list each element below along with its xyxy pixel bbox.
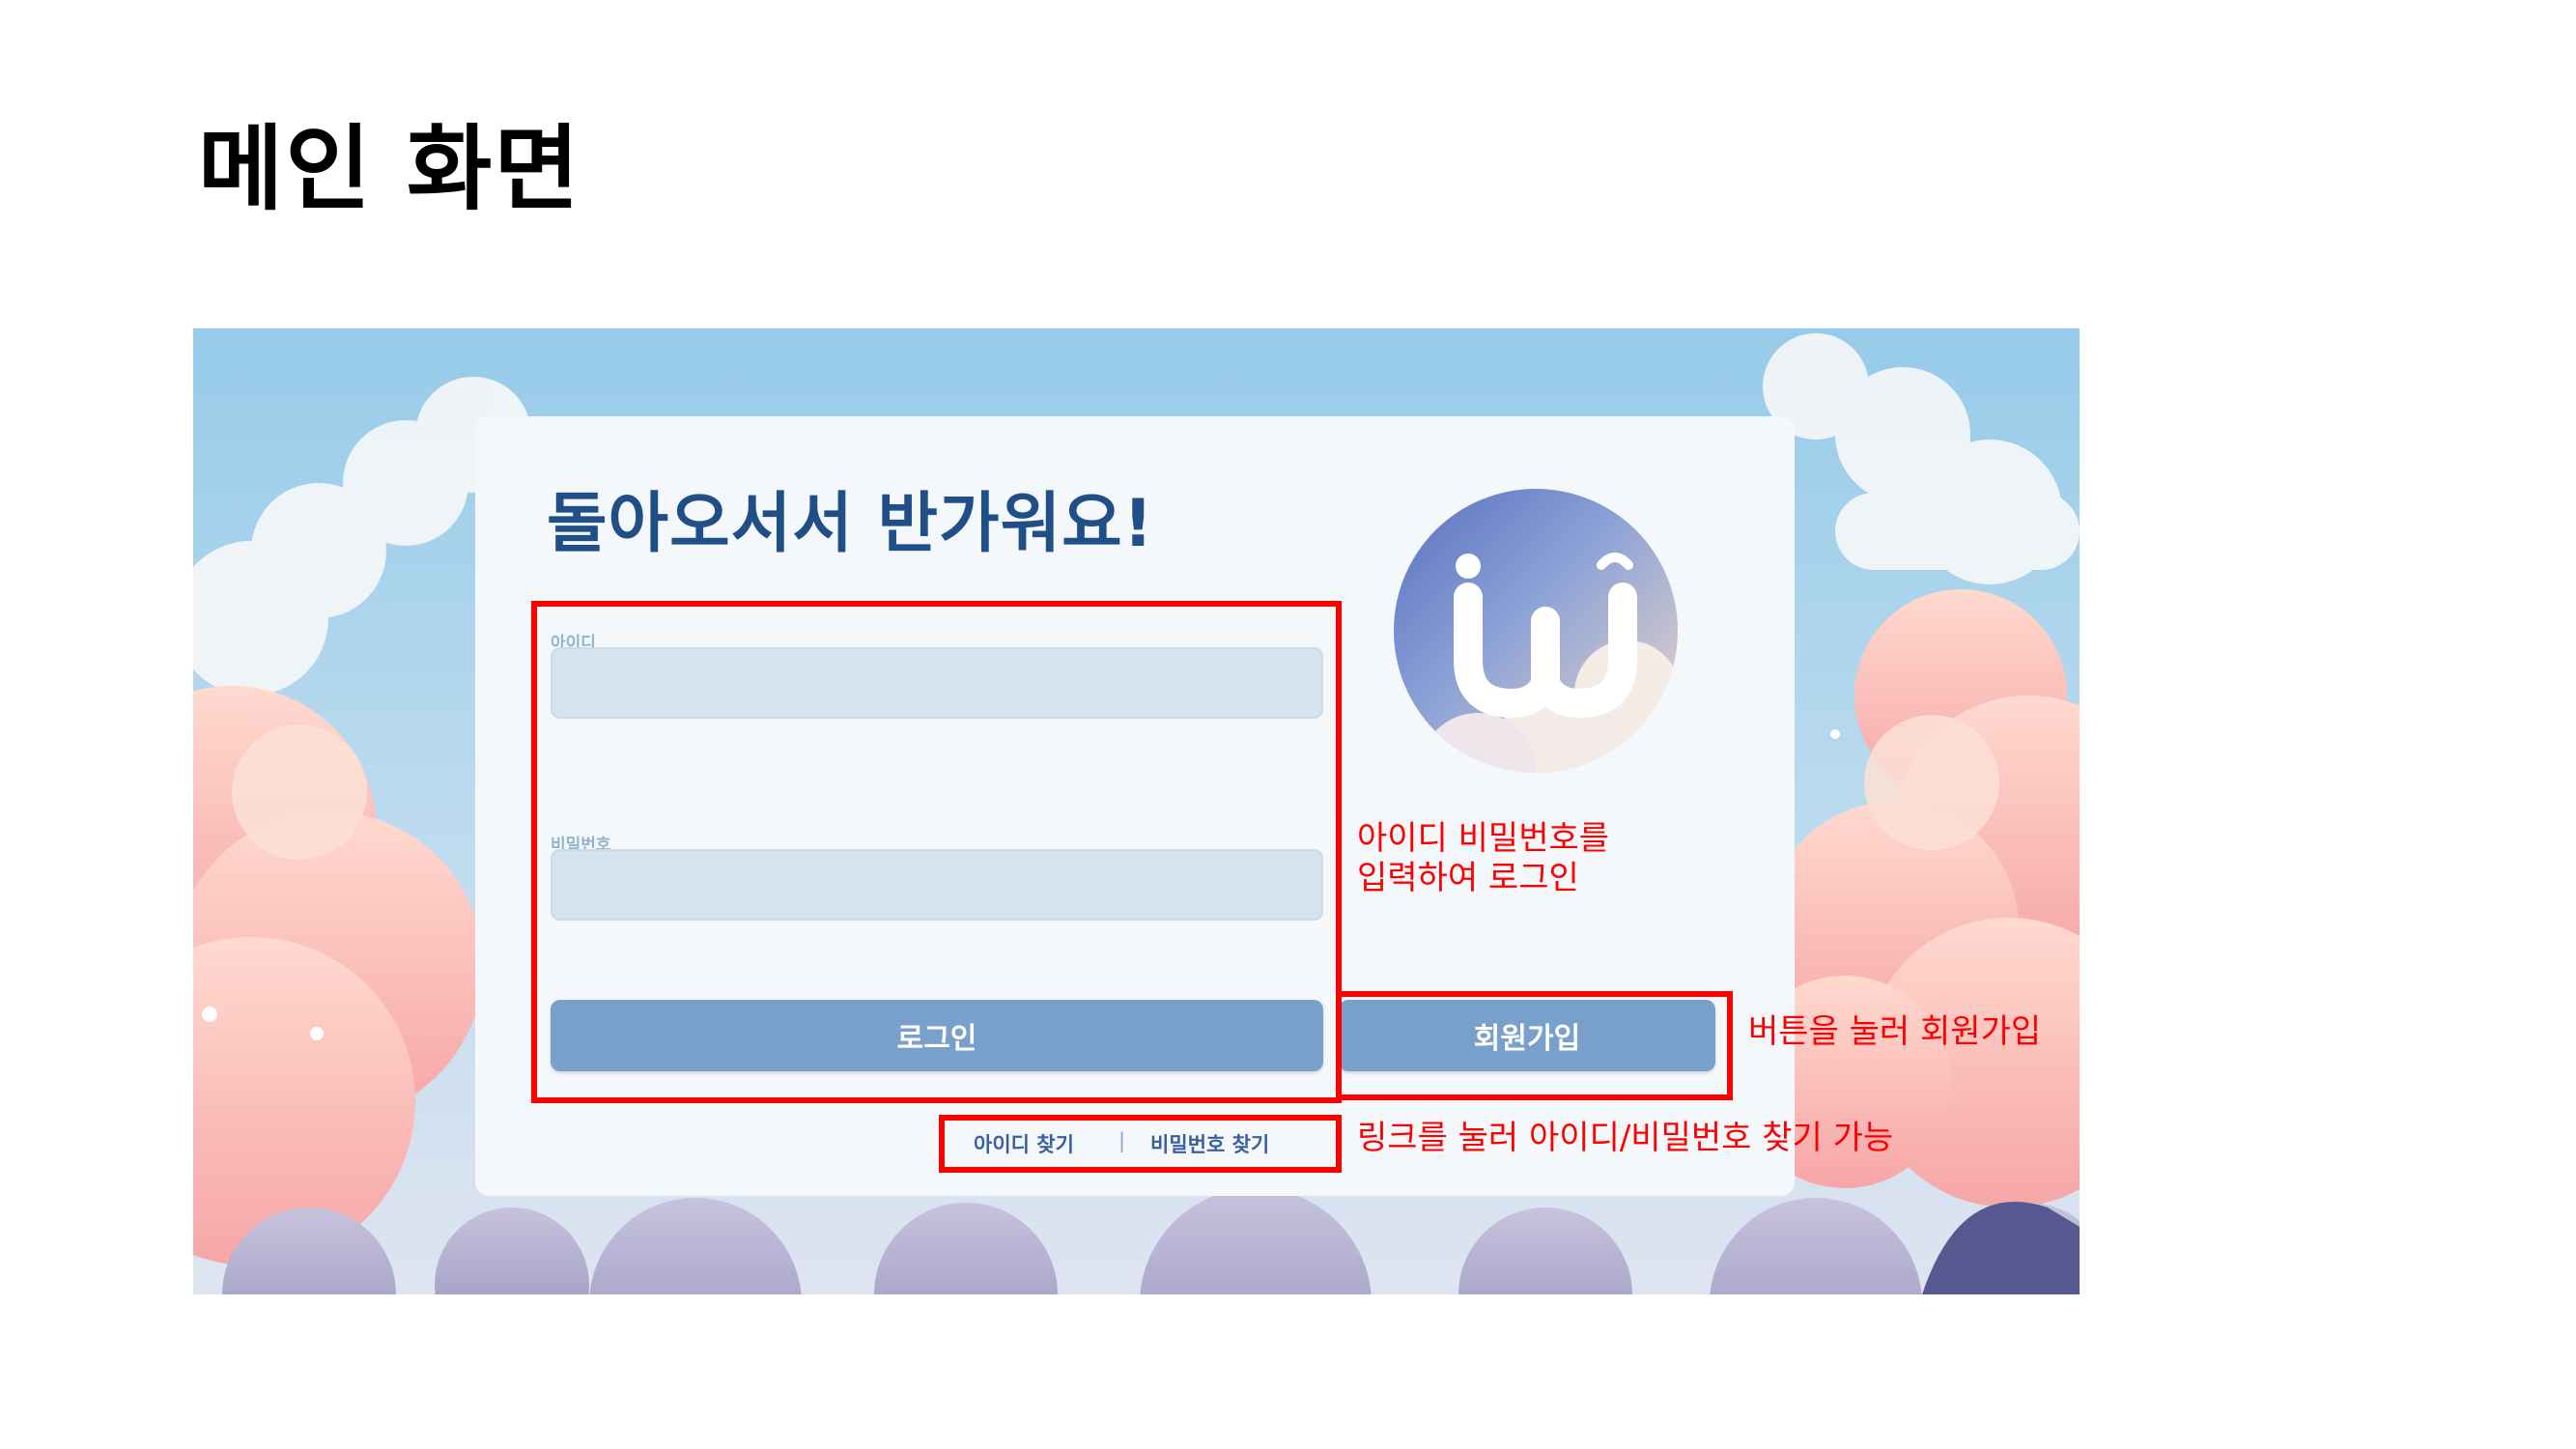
login-annotation: 아이디 비밀번호를 입력하여 로그인 <box>1357 819 1609 898</box>
login-screen: 돌아오서서 반가워요! 아이디 비밀번호 로그인 회원가입 아이디 찾기 | 비… <box>193 328 2080 1294</box>
welcome-heading: 돌아오서서 반가워요! <box>547 486 1154 562</box>
login-annotation-line1: 아이디 비밀번호를 <box>1357 819 1610 858</box>
login-highlight-box <box>531 601 1342 1103</box>
login-annotation-line2: 입력하여 로그인 <box>1357 858 1579 897</box>
cloud-w-logo-icon <box>1391 486 1681 780</box>
find-links-highlight-box <box>939 1115 1342 1173</box>
slide-title: 메인 화면 <box>198 115 581 223</box>
signup-annotation: 버튼을 눌러 회원가입 <box>1748 1012 2042 1051</box>
signup-highlight-box <box>1336 991 1733 1100</box>
find-annotation: 링크를 눌러 아이디/비밀번호 찾기 가능 <box>1357 1119 1894 1157</box>
